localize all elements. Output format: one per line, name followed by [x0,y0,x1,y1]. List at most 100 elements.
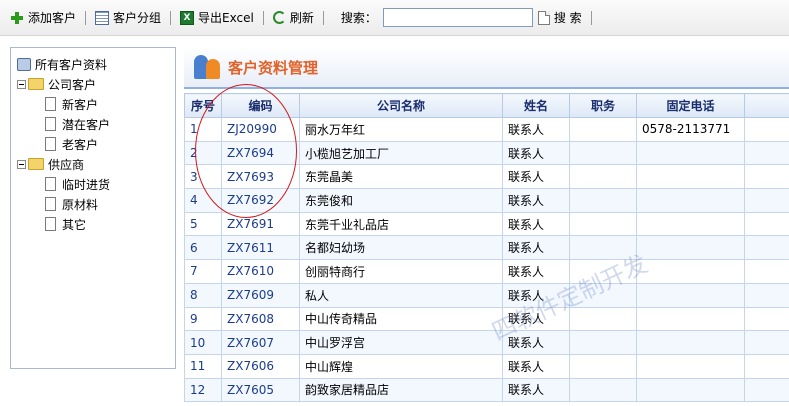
tree-item-potential-customer[interactable]: 潜在客户 [17,114,175,134]
search-button[interactable]: 搜 索 [533,8,582,28]
cell-company: 私人 [299,282,503,308]
cell-company: 东莞俊和 [299,188,503,213]
cell-no: 10 [184,330,222,355]
cell-no: 12 [184,377,222,403]
page-icon [45,97,56,111]
cell-no: 1 [184,117,222,142]
refresh-button[interactable]: 刷新 [272,8,314,28]
cell-company: 东莞千业礼品店 [299,211,503,237]
column-header[interactable]: 固定电话 [636,93,745,118]
cell-title [569,117,637,142]
customer-group-button[interactable]: 客户分组 [95,8,161,28]
cell-title [569,282,637,308]
cell-name: 联系人 [502,353,570,379]
table-row[interactable]: 5 ZX7691 东莞千业礼品店 联系人 [184,211,789,237]
cell-no: 9 [184,306,222,332]
cell-code: ZX7610 [221,259,300,284]
table-row[interactable]: 6 ZX7611 名都妇幼场 联系人 [184,235,789,261]
cell-name: 联系人 [502,282,570,308]
search-label: 搜索： [340,11,377,25]
tree-item-label: 临时进货 [62,177,111,192]
collapse-icon[interactable] [17,79,26,89]
cell-no: 11 [184,353,222,379]
cell-company: 名都妇幼场 [299,235,503,261]
column-header[interactable]: 序号 [184,93,222,118]
tree-group-supplier[interactable]: 供应商 [17,154,175,174]
cell-name: 联系人 [502,235,570,261]
category-tree: 所有客户资料 公司客户 新客户 潜在客户 老客户 供应商 临时进货 原材料 其它 [10,47,176,369]
page-icon [45,177,56,191]
cell-code: ZX7605 [221,377,300,403]
customer-table: 序号 编码 公司名称 姓名 职务 固定电话 1 ZJ20990 丽水万年红 联系人 05… [184,93,789,403]
add-customer-label: 添加客户 [28,11,77,25]
cell-code: ZX7606 [221,353,300,379]
cell-company: 创丽特商行 [299,259,503,284]
tree-root[interactable]: 所有客户资料 [17,54,175,74]
cell-name: 联系人 [502,211,570,237]
page-title: 客户资料管理 [228,58,319,77]
table-row[interactable]: 12 ZX7605 韵致家居精品店 联系人 [184,377,789,403]
panel-header: 客户资料管理 [184,47,789,89]
cell-filler [744,353,789,379]
column-header[interactable]: 姓名 [502,93,570,118]
cell-company: 韵致家居精品店 [299,377,503,403]
column-header[interactable]: 公司名称 [299,93,503,118]
cell-phone: 0578-2113771 [636,117,745,142]
column-header[interactable]: 职务 [569,93,637,118]
table-row[interactable]: 11 ZX7606 中山辉煌 联系人 [184,353,789,379]
cell-title [569,330,637,355]
cell-phone [636,330,745,355]
cell-phone [636,235,745,261]
tree-group-company[interactable]: 公司客户 [17,74,175,94]
customers-icon [192,53,224,81]
tree-item-raw-material[interactable]: 原材料 [17,194,175,214]
cell-code: ZX7693 [221,164,300,190]
table-row[interactable]: 8 ZX7609 私人 联系人 [184,282,789,308]
cell-phone [636,306,745,332]
collapse-icon[interactable] [17,159,26,169]
table-row[interactable]: 1 ZJ20990 丽水万年红 联系人 0578-2113771 [184,117,789,142]
add-customer-button[interactable]: 添加客户 [10,8,76,28]
cell-name: 联系人 [502,117,570,142]
tree-item-label: 潜在客户 [62,117,111,132]
cell-code: ZX7608 [221,306,300,332]
toolbar-separator [262,10,264,25]
cell-code: ZX7611 [221,235,300,261]
tree-item-other[interactable]: 其它 [17,214,175,234]
refresh-label: 刷新 [289,11,314,25]
cell-filler [744,140,789,166]
table-row[interactable]: 2 ZX7694 小榄旭艺加工厂 联系人 [184,140,789,166]
page-icon [45,117,56,131]
customer-panel: 客户资料管理 序号 编码 公司名称 姓名 职务 固定电话 1 ZJ20990 丽水万… [184,47,789,406]
search-input[interactable] [382,8,533,27]
table-row[interactable]: 9 ZX7608 中山传奇精品 联系人 [184,306,789,332]
tree-item-temp-purchase[interactable]: 临时进货 [17,174,175,194]
table-row[interactable]: 7 ZX7610 创丽特商行 联系人 [184,259,789,284]
tree-item-new-customer[interactable]: 新客户 [17,94,175,114]
cell-filler [744,377,789,403]
tree-item-label: 原材料 [62,197,99,212]
search-button-label: 搜 索 [553,11,582,25]
table-row[interactable]: 10 ZX7607 中山罗浮宫 联系人 [184,330,789,355]
table-row[interactable]: 4 ZX7692 东莞俊和 联系人 [184,188,789,213]
cell-company: 丽水万年红 [299,117,503,142]
cell-title [569,164,637,190]
folder-icon [28,158,44,170]
page-icon [45,197,56,211]
toolbar-separator [85,10,87,25]
table-row[interactable]: 3 ZX7693 东莞晶美 联系人 [184,164,789,190]
export-excel-button[interactable]: X 导出Excel [180,8,254,28]
tree-item-label: 老客户 [62,137,99,152]
cell-name: 联系人 [502,330,570,355]
cell-phone [636,211,745,237]
cell-filler [744,235,789,261]
plus-icon [10,11,24,25]
page-icon [45,137,56,151]
tree-item-label: 其它 [62,217,87,232]
refresh-icon [272,11,286,24]
cell-company: 中山罗浮宫 [299,330,503,355]
tree-item-old-customer[interactable]: 老客户 [17,134,175,154]
cell-title [569,377,637,403]
cell-no: 4 [184,188,222,213]
column-header[interactable]: 编码 [221,93,300,118]
